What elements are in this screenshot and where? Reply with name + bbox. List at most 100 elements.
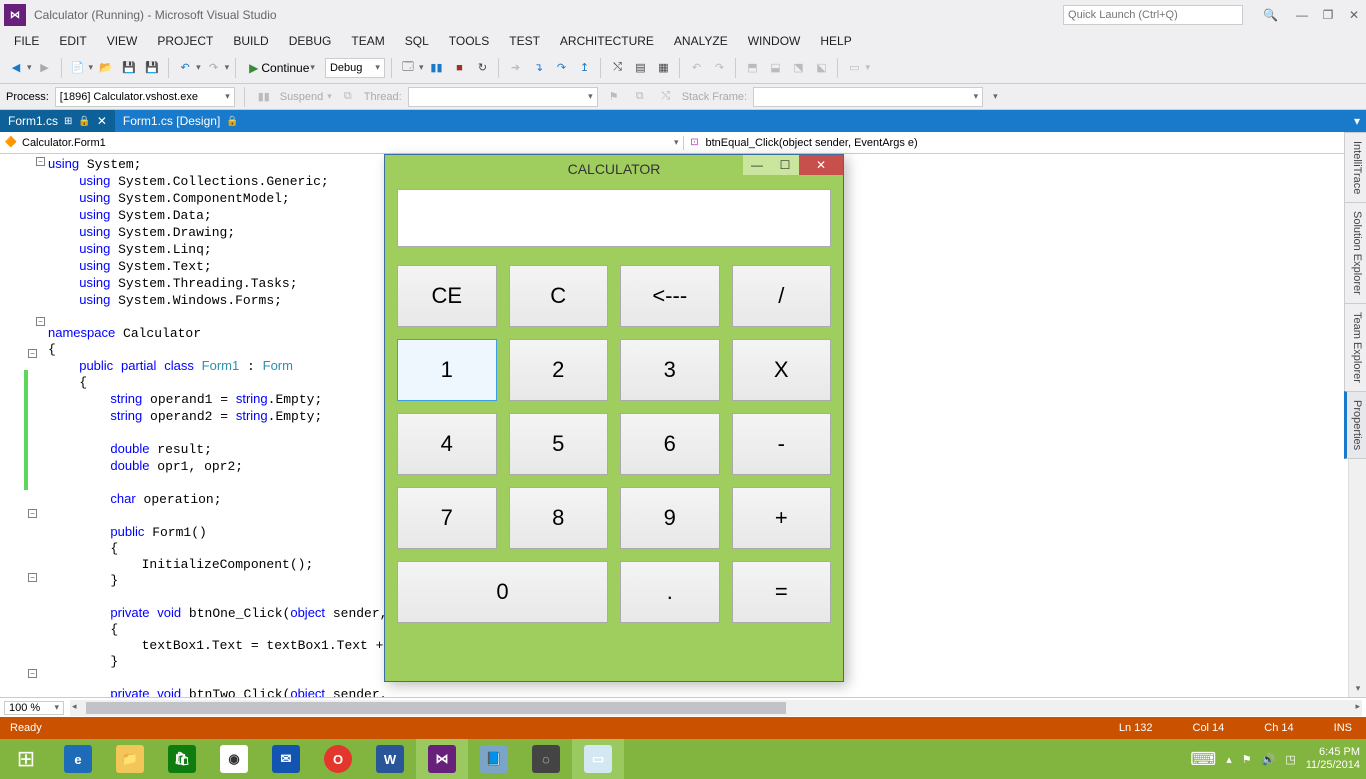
calc-1-button[interactable]: 1 <box>397 339 497 401</box>
class-selector[interactable]: 🔶 Calculator.Form1 ▾ <box>0 136 684 150</box>
tool-icon-5[interactable]: ↶ <box>686 58 706 78</box>
task-app1[interactable]: 📘 <box>468 739 520 779</box>
step-out-icon[interactable]: ↥ <box>574 58 594 78</box>
new-project-icon[interactable]: 📄 <box>68 58 88 78</box>
task-calculator[interactable]: ▭ <box>572 739 624 779</box>
zoom-combo[interactable]: 100 %▾ <box>4 701 64 715</box>
stack-combo[interactable]: ▾ <box>753 87 983 107</box>
outline-toggle[interactable]: − <box>28 349 37 358</box>
task-mail[interactable]: ✉ <box>260 739 312 779</box>
tool-icon-9[interactable]: ⬔ <box>788 58 808 78</box>
calc-9-button[interactable]: 9 <box>620 487 720 549</box>
thread-combo[interactable]: ▾ <box>408 87 598 107</box>
calc-dot-button[interactable]: . <box>620 561 720 623</box>
task-app2[interactable]: ◌ <box>520 739 572 779</box>
task-word[interactable]: W <box>364 739 416 779</box>
close-tab-icon[interactable]: ✕ <box>97 114 107 128</box>
calc-5-button[interactable]: 5 <box>509 413 609 475</box>
task-vs[interactable]: ⋈ <box>416 739 468 779</box>
scroll-down-icon[interactable]: ▾ <box>1349 679 1366 697</box>
save-icon[interactable]: 💾 <box>119 58 139 78</box>
tool-icon-d2[interactable]: ⤭ <box>656 87 676 107</box>
break-all-icon[interactable]: ▮▮ <box>426 58 446 78</box>
menu-architecture[interactable]: ARCHITECTURE <box>552 32 662 50</box>
menu-edit[interactable]: EDIT <box>51 32 94 50</box>
calc-display[interactable] <box>397 189 831 247</box>
task-ie[interactable]: e <box>52 739 104 779</box>
restart-icon[interactable]: ↻ <box>472 58 492 78</box>
restore-button[interactable]: ❐ <box>1320 8 1336 22</box>
calc-ce-button[interactable]: CE <box>397 265 497 327</box>
process-combo[interactable]: [1896] Calculator.vshost.exe▾ <box>55 87 235 107</box>
member-selector[interactable]: ⊡ btnEqual_Click(object sender, EventArg… <box>684 136 1366 150</box>
save-all-icon[interactable]: 💾 <box>142 58 162 78</box>
nav-back-icon[interactable]: ◀ <box>6 58 26 78</box>
panel-properties[interactable]: Properties <box>1344 391 1366 459</box>
panel-team-explorer[interactable]: Team Explorer <box>1344 303 1366 392</box>
calc-2-button[interactable]: 2 <box>509 339 609 401</box>
calc-equals-button[interactable]: = <box>732 561 832 623</box>
quick-launch-input[interactable] <box>1063 5 1243 25</box>
calc-minus-button[interactable]: - <box>732 413 832 475</box>
task-store[interactable]: 🛍 <box>156 739 208 779</box>
thread-icon[interactable]: ⧉ <box>338 87 358 107</box>
nav-fwd-icon[interactable]: ▶ <box>35 58 55 78</box>
tool-icon-1[interactable]: 🗔 <box>398 58 418 78</box>
tab-form1-design[interactable]: Form1.cs [Design] 🔒 <box>115 110 247 132</box>
close-button[interactable]: ✕ <box>1346 8 1362 22</box>
menu-tools[interactable]: TOOLS <box>441 32 497 50</box>
calc-back-button[interactable]: <--- <box>620 265 720 327</box>
tool-icon-4[interactable]: ▦ <box>653 58 673 78</box>
horizontal-scrollbar[interactable]: ◂ ▸ <box>70 700 1362 716</box>
calc-c-button[interactable]: C <box>509 265 609 327</box>
tool-icon-10[interactable]: ⬕ <box>811 58 831 78</box>
menu-analyze[interactable]: ANALYZE <box>666 32 736 50</box>
tool-icon-11[interactable]: ▭ <box>844 58 864 78</box>
menu-help[interactable]: HELP <box>812 32 859 50</box>
start-button[interactable]: ⊞ <box>0 739 52 779</box>
menu-debug[interactable]: DEBUG <box>281 32 340 50</box>
config-combo[interactable]: Debug▾ <box>325 58 385 78</box>
undo-icon[interactable]: ↶ <box>175 58 195 78</box>
calc-4-button[interactable]: 4 <box>397 413 497 475</box>
stop-icon[interactable]: ■ <box>449 58 469 78</box>
tab-form1-cs[interactable]: Form1.cs ⊞ 🔒 ✕ <box>0 110 115 132</box>
outline-toggle[interactable]: − <box>28 509 37 518</box>
step-over-icon[interactable]: ↷ <box>551 58 571 78</box>
calc-minimize-button[interactable]: — <box>743 155 771 175</box>
tray-volume-icon[interactable]: 🔊 <box>1262 753 1276 766</box>
tool-icon-2[interactable]: ⤭ <box>607 58 627 78</box>
menu-build[interactable]: BUILD <box>225 32 276 50</box>
step-into-icon[interactable]: ↴ <box>528 58 548 78</box>
calc-0-button[interactable]: 0 <box>397 561 608 623</box>
calc-divide-button[interactable]: / <box>732 265 832 327</box>
tool-icon-d1[interactable]: ⧉ <box>630 87 650 107</box>
menu-view[interactable]: VIEW <box>99 32 146 50</box>
tray-keyboard-icon[interactable]: ⌨ <box>1190 749 1216 770</box>
continue-button[interactable]: ▶Continue▾ <box>242 58 322 78</box>
calc-8-button[interactable]: 8 <box>509 487 609 549</box>
open-file-icon[interactable]: 📂 <box>96 58 116 78</box>
task-explorer[interactable]: 📁 <box>104 739 156 779</box>
tool-icon-8[interactable]: ⬓ <box>765 58 785 78</box>
outline-toggle[interactable]: − <box>28 573 37 582</box>
pin-icon[interactable]: ⊞ <box>64 116 72 127</box>
tab-overflow-icon[interactable]: ▾ <box>1348 110 1366 132</box>
outline-toggle[interactable]: − <box>36 317 45 326</box>
tray-app-icon[interactable]: ◳ <box>1285 753 1295 766</box>
outline-toggle[interactable]: − <box>36 157 45 166</box>
panel-intellitrace[interactable]: IntelliTrace <box>1344 132 1366 203</box>
panel-solution-explorer[interactable]: Solution Explorer <box>1344 202 1366 304</box>
calc-6-button[interactable]: 6 <box>620 413 720 475</box>
outline-toggle[interactable]: − <box>28 669 37 678</box>
menu-file[interactable]: FILE <box>6 32 47 50</box>
calc-3-button[interactable]: 3 <box>620 339 720 401</box>
hscrollbar-thumb[interactable] <box>86 702 786 714</box>
minimize-button[interactable]: — <box>1294 8 1310 22</box>
search-icon[interactable]: 🔍 <box>1263 8 1278 22</box>
tray-flag-icon[interactable]: ⚑ <box>1242 753 1252 766</box>
menu-project[interactable]: PROJECT <box>149 32 221 50</box>
calc-7-button[interactable]: 7 <box>397 487 497 549</box>
suspend-icon[interactable]: ▮▮ <box>254 87 274 107</box>
task-opera[interactable]: O <box>312 739 364 779</box>
